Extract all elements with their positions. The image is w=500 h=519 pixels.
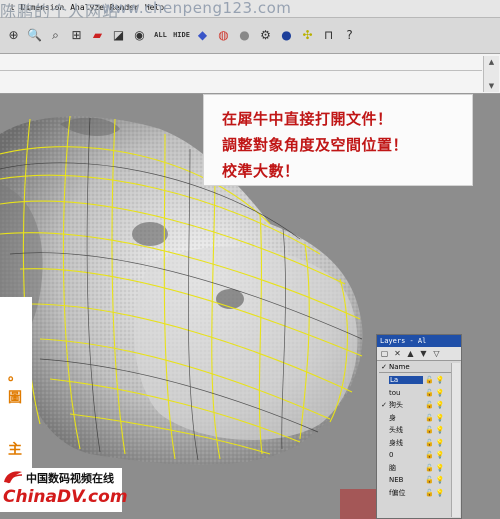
help-icon[interactable]: ? xyxy=(340,24,359,46)
layer-name: 脑 xyxy=(389,463,396,472)
color-wheel-icon[interactable]: ◍ xyxy=(214,24,233,46)
layers-scrollbar[interactable] xyxy=(451,363,460,517)
rhino-app-window: t Dimension Analyze Render Help 陈鹏的个人网站 www.… xyxy=(0,0,500,519)
scroll-up-icon[interactable]: ▲ xyxy=(484,56,499,68)
menu-item[interactable]: t xyxy=(10,3,15,12)
layer-row[interactable]: 脑 🔓 💡 xyxy=(379,462,451,475)
layer-lock-icon[interactable]: 🔓 xyxy=(425,464,434,472)
layer-visibility-bulb-icon[interactable]: 💡 xyxy=(436,476,445,484)
move-up-icon[interactable]: ▲ xyxy=(405,348,416,359)
render-icon[interactable]: ◆ xyxy=(193,24,212,46)
left-fragment-3: 主 xyxy=(8,442,22,458)
layer-visibility-bulb-icon[interactable]: 💡 xyxy=(436,401,445,409)
layers-panel: Layers - Al ▢ ✕ ▲ ▼ ▽ ✓ Name La 🔓 💡 tou 🔓 💡 ✓ 狗… xyxy=(376,334,462,519)
layer-visibility-bulb-icon[interactable]: 💡 xyxy=(436,489,445,497)
note-line-3: 校準大數！ xyxy=(222,162,300,180)
layer-row[interactable]: 0 🔓 💡 xyxy=(379,449,451,462)
layer-row[interactable]: ✓ 狗头 🔓 💡 xyxy=(379,399,451,412)
note-line-1: 在犀牛中直接打開文件！ xyxy=(222,110,393,128)
main-toolbar: ⊕ 🔍 ⌕ ⊞ ▰ ◪ ◉ ALL HIDE ◆ ◍ ● ⚙ ● ✣ ⊓ ? xyxy=(0,18,500,54)
sphere-blue-icon[interactable]: ● xyxy=(277,24,296,46)
menu-item[interactable]: Render xyxy=(110,3,139,12)
name-column-header[interactable]: Name xyxy=(389,363,410,372)
instruction-note: 在犀牛中直接打開文件！ 調整對象角度及空間位置！ 校準大數！ xyxy=(203,94,473,186)
layer-lock-icon[interactable]: 🔓 xyxy=(425,389,434,397)
layer-lock-icon[interactable]: 🔓 xyxy=(425,451,434,459)
command-scrollbar[interactable]: ▲ ▼ xyxy=(483,56,499,92)
command-input[interactable] xyxy=(0,76,482,90)
zoom-window-icon[interactable]: ⌕ xyxy=(46,24,65,46)
layer-visibility-bulb-icon[interactable]: 💡 xyxy=(436,426,445,434)
layer-name: f偏位 xyxy=(389,488,406,497)
left-fragment-1: 。 xyxy=(8,368,22,384)
menu-item[interactable]: Analyze xyxy=(70,3,104,12)
layer-row[interactable]: tou 🔓 💡 xyxy=(379,387,451,400)
layer-current-check-icon[interactable]: ✓ xyxy=(379,401,389,409)
move-down-icon[interactable]: ▼ xyxy=(418,348,429,359)
zoom-icon[interactable]: 🔍 xyxy=(25,24,44,46)
layer-lock-icon[interactable]: 🔓 xyxy=(425,439,434,447)
layer-row[interactable]: 头线 🔓 💡 xyxy=(379,424,451,437)
show-all-button[interactable]: ALL xyxy=(151,24,170,46)
command-history xyxy=(0,63,482,71)
layers-header: ✓ Name xyxy=(379,363,451,373)
layer-lock-icon[interactable]: 🔓 xyxy=(425,489,434,497)
command-area: ▲ ▼ xyxy=(0,54,500,94)
layer-name: 身线 xyxy=(389,438,403,447)
layer-name: 头线 xyxy=(389,426,403,435)
layer-visibility-bulb-icon[interactable]: 💡 xyxy=(436,414,445,422)
shade-icon[interactable]: ◪ xyxy=(109,24,128,46)
layer-visibility-bulb-icon[interactable]: 💡 xyxy=(436,439,445,447)
note-line-2: 調整對象角度及空間位置！ xyxy=(222,136,409,154)
layer-row[interactable]: f偏位 🔓 💡 xyxy=(379,487,451,500)
filter-icon[interactable]: ▽ xyxy=(431,348,442,359)
layer-row[interactable]: 身 🔓 💡 xyxy=(379,412,451,425)
pan-icon[interactable]: ⊕ xyxy=(4,24,23,46)
hide-button[interactable]: HIDE xyxy=(172,24,191,46)
new-layer-icon[interactable]: ▢ xyxy=(379,348,390,359)
menu-item[interactable]: Help xyxy=(145,3,164,12)
layer-visibility-bulb-icon[interactable]: 💡 xyxy=(436,464,445,472)
grid-icon[interactable]: ⊓ xyxy=(319,24,338,46)
layer-row[interactable]: 身线 🔓 💡 xyxy=(379,437,451,450)
layer-row[interactable]: La 🔓 💡 xyxy=(379,374,451,387)
layer-row[interactable]: NEB 🔓 💡 xyxy=(379,474,451,487)
layer-name: tou xyxy=(389,388,401,397)
left-side-panel: 。 圖 主 xyxy=(0,297,32,475)
layer-lock-icon[interactable]: 🔓 xyxy=(425,401,434,409)
logo-cn-text: 中国数码视频在线 xyxy=(26,472,114,485)
layer-name: NEB xyxy=(389,476,404,485)
layer-lock-icon[interactable]: 🔓 xyxy=(425,476,434,484)
layer-visibility-bulb-icon[interactable]: 💡 xyxy=(436,376,445,384)
layer-lock-icon[interactable]: 🔓 xyxy=(425,426,434,434)
layers-toolbar: ▢ ✕ ▲ ▼ ▽ xyxy=(377,347,461,361)
layer-name: 身 xyxy=(389,413,396,422)
sphere-icon[interactable]: ● xyxy=(235,24,254,46)
layer-name: La xyxy=(389,376,423,385)
left-fragment-2: 圖 xyxy=(8,390,22,406)
logo-mark-icon xyxy=(4,471,23,484)
layer-lock-icon[interactable]: 🔓 xyxy=(425,414,434,422)
eye-icon[interactable]: ◉ xyxy=(130,24,149,46)
layers-list: La 🔓 💡 tou 🔓 💡 ✓ 狗头 🔓 💡 身 🔓 💡 头线 🔓 💡 身线 🔓 💡 0 🔓 💡 脑 🔓 💡 NEB 🔓 💡 f偏位 🔓… xyxy=(379,374,451,499)
layer-visibility-bulb-icon[interactable]: 💡 xyxy=(436,389,445,397)
menu-item[interactable]: Dimension xyxy=(21,3,64,12)
logo-en-text: ChinaDV.com xyxy=(3,487,128,507)
globe-icon[interactable]: ✣ xyxy=(298,24,317,46)
delete-layer-icon[interactable]: ✕ xyxy=(392,348,403,359)
zoom-extents-icon[interactable]: ⊞ xyxy=(67,24,86,46)
gear-icon[interactable]: ⚙ xyxy=(256,24,275,46)
menu-bar: t Dimension Analyze Render Help 陈鹏的个人网站 www.… xyxy=(0,0,500,21)
chinadv-logo: 中国数码视频在线 ChinaDV.com xyxy=(0,468,128,512)
layer-visibility-bulb-icon[interactable]: 💡 xyxy=(436,451,445,459)
layer-name: 狗头 xyxy=(389,401,403,410)
layers-title-bar[interactable]: Layers - Al xyxy=(377,335,461,347)
scroll-down-icon[interactable]: ▼ xyxy=(484,80,499,92)
layer-name: 0 xyxy=(389,451,394,460)
menu-items: t Dimension Analyze Render Help xyxy=(10,3,164,12)
car-icon[interactable]: ▰ xyxy=(88,24,107,46)
check-column-icon: ✓ xyxy=(381,363,387,371)
layer-lock-icon[interactable]: 🔓 xyxy=(425,376,434,384)
